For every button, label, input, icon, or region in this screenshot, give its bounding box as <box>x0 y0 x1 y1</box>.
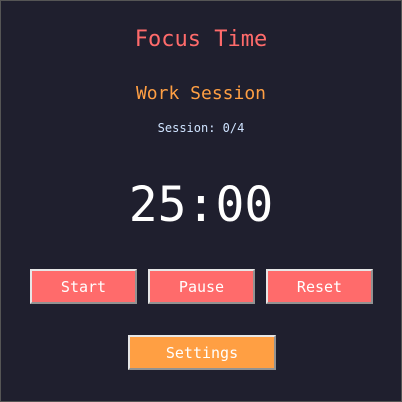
session-mode-label: Work Session <box>135 83 267 104</box>
app-title: Focus Time <box>134 27 268 52</box>
timer-display: 25:00 <box>128 177 274 233</box>
pause-button[interactable]: Pause <box>148 269 255 304</box>
reset-button[interactable]: Reset <box>266 269 373 304</box>
settings-button[interactable]: Settings <box>128 335 276 370</box>
session-counter: Session: 0/4 <box>157 121 245 135</box>
start-button[interactable]: Start <box>30 269 137 304</box>
